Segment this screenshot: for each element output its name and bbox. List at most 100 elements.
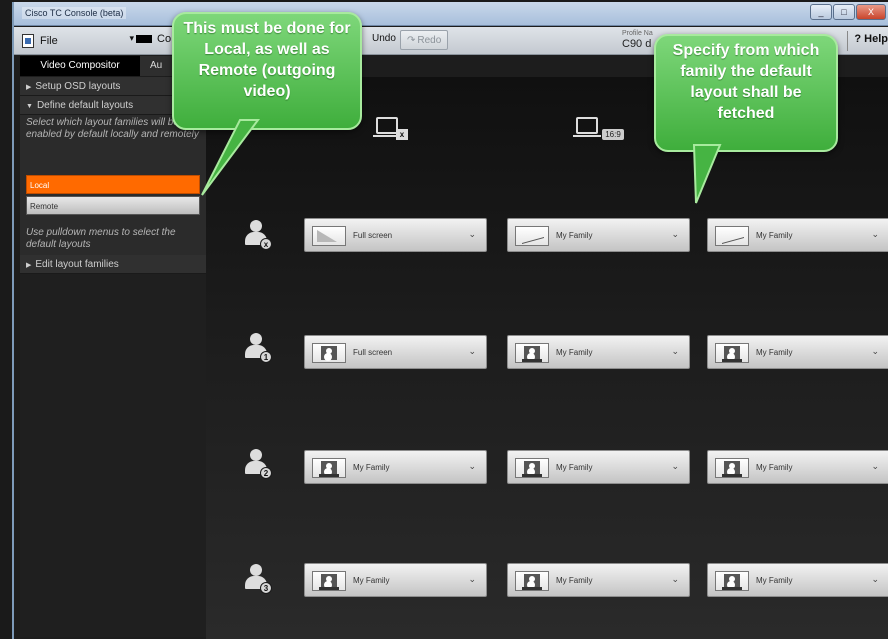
redo-icon: ↷ bbox=[407, 34, 416, 46]
layout-dropdown[interactable]: My Family ⌄ bbox=[507, 450, 690, 484]
fullscreen-thumb-icon bbox=[312, 226, 346, 246]
callout-local-remote: This must be done for Local, as well as … bbox=[172, 12, 362, 130]
pulldown-note: Use pulldown menus to select the default… bbox=[26, 227, 176, 250]
chevron-down-icon: ⌄ bbox=[671, 461, 679, 471]
minimize-button[interactable]: _ bbox=[810, 4, 832, 20]
person-thumb-icon bbox=[715, 343, 749, 363]
callout-tail-right bbox=[692, 144, 722, 204]
maximize-button[interactable]: □ bbox=[833, 4, 855, 20]
callout-tail-left bbox=[201, 119, 260, 196]
local-button[interactable]: Local bbox=[26, 175, 200, 194]
expand-arrow-icon: ▶ bbox=[26, 262, 32, 269]
help-button[interactable]: ? Help bbox=[854, 33, 888, 45]
layout-grid-area: x 16:9 x Full screen ⌄ My Family ⌄ My Fa… bbox=[206, 77, 888, 639]
participant-badge: x bbox=[260, 238, 272, 250]
layout-dropdown[interactable]: My Family ⌄ bbox=[507, 218, 690, 252]
chevron-down-icon: ⌄ bbox=[468, 229, 476, 239]
person-thumb-icon bbox=[715, 458, 749, 478]
column-header-monitor-x: x bbox=[373, 117, 408, 140]
tab-audio[interactable]: Au bbox=[140, 56, 173, 76]
monitor-icon bbox=[373, 117, 401, 137]
dropdown-label: My Family bbox=[756, 576, 793, 585]
chevron-down-icon: ⌄ bbox=[468, 346, 476, 356]
undo-button[interactable]: Undo bbox=[372, 33, 396, 44]
dropdown-label: Full screen bbox=[353, 231, 393, 240]
file-menu-label: File bbox=[40, 35, 58, 47]
chevron-down-icon: ⌄ bbox=[468, 574, 476, 584]
dropdown-label: My Family bbox=[556, 463, 593, 472]
layout-dropdown[interactable]: My Family ⌄ bbox=[507, 563, 690, 597]
monitor-badge-x: x bbox=[396, 129, 408, 140]
title-bar[interactable]: Cisco TC Console (beta) _ □ X bbox=[14, 2, 888, 26]
dropdown-label: My Family bbox=[556, 231, 593, 240]
dropdown-label: My Family bbox=[353, 576, 390, 585]
chevron-down-icon: ⌄ bbox=[468, 461, 476, 471]
remote-button[interactable]: Remote bbox=[26, 196, 200, 215]
dropdown-label: My Family bbox=[556, 348, 593, 357]
person-thumb-icon bbox=[515, 458, 549, 478]
sidebar-item-edit-families[interactable]: ▶ Edit layout families bbox=[20, 255, 206, 274]
chevron-down-icon: ⌄ bbox=[671, 229, 679, 239]
tab-video-compositor[interactable]: Video Compositor bbox=[20, 56, 140, 76]
dropdown-label: My Family bbox=[756, 463, 793, 472]
layout-dropdown[interactable]: My Family ⌄ bbox=[304, 563, 487, 597]
participant-icon-1: 1 bbox=[242, 333, 272, 365]
chevron-down-icon: ⌄ bbox=[671, 346, 679, 356]
participant-icon-x: x bbox=[242, 220, 272, 252]
chevron-down-icon: ⌄ bbox=[671, 574, 679, 584]
chevron-down-icon: ⌄ bbox=[871, 346, 879, 356]
participant-badge: 1 bbox=[260, 351, 272, 363]
participant-badge: 2 bbox=[260, 467, 272, 479]
person-thumb-icon bbox=[312, 343, 346, 363]
dropdown-label: My Family bbox=[756, 231, 793, 240]
layout-dropdown[interactable]: My Family ⌄ bbox=[707, 335, 888, 369]
monitor-chart-icon bbox=[573, 117, 601, 137]
participant-badge: 3 bbox=[260, 582, 272, 594]
window-title: Cisco TC Console (beta) bbox=[22, 7, 127, 19]
layout-dropdown[interactable]: My Family ⌄ bbox=[707, 563, 888, 597]
file-icon bbox=[22, 34, 34, 48]
window-controls: _ □ X bbox=[810, 4, 886, 20]
file-menu[interactable]: File ▾ bbox=[22, 32, 134, 50]
redo-button[interactable]: ↷ Redo bbox=[400, 30, 449, 50]
sidebar-item-label: Define default layouts bbox=[36, 100, 134, 111]
sidebar-item-label: Edit layout families bbox=[35, 259, 119, 270]
person-thumb-icon bbox=[312, 458, 346, 478]
chevron-down-icon: ⌄ bbox=[871, 229, 879, 239]
redo-label: Redo bbox=[417, 34, 442, 46]
layout-dropdown[interactable]: Full screen ⌄ bbox=[304, 218, 487, 252]
chart-thumb-icon bbox=[715, 226, 749, 246]
profile-value: C90 d bbox=[622, 38, 652, 50]
compositor-icon bbox=[136, 35, 152, 43]
person-thumb-icon bbox=[312, 571, 346, 591]
person-thumb-icon bbox=[515, 343, 549, 363]
collapse-arrow-icon: ▼ bbox=[26, 103, 33, 110]
person-thumb-icon bbox=[715, 571, 749, 591]
layout-dropdown[interactable]: Full screen ⌄ bbox=[304, 335, 487, 369]
participant-icon-2: 2 bbox=[242, 449, 272, 481]
layout-dropdown[interactable]: My Family ⌄ bbox=[707, 450, 888, 484]
participant-icon-3: 3 bbox=[242, 564, 272, 596]
sidebar: ▶ Setup OSD layouts ▼ Define default layou… bbox=[20, 77, 206, 637]
layout-dropdown[interactable]: My Family ⌄ bbox=[507, 335, 690, 369]
chevron-down-icon: ▾ bbox=[129, 33, 134, 43]
layout-dropdown[interactable]: My Family ⌄ bbox=[707, 218, 888, 252]
person-thumb-icon bbox=[515, 571, 549, 591]
chevron-down-icon: ⌄ bbox=[871, 461, 879, 471]
profile-info: Profile Na C90 d bbox=[622, 30, 653, 50]
profile-label: Profile Na bbox=[622, 30, 653, 37]
callout-family-source: Specify from which family the default la… bbox=[654, 34, 838, 152]
dropdown-label: My Family bbox=[756, 348, 793, 357]
monitor-badge-169: 16:9 bbox=[602, 129, 624, 140]
dropdown-label: Full screen bbox=[353, 348, 393, 357]
close-button[interactable]: X bbox=[856, 4, 886, 20]
toolbar-divider bbox=[847, 31, 848, 51]
expand-arrow-icon: ▶ bbox=[26, 84, 32, 91]
dropdown-label: My Family bbox=[556, 576, 593, 585]
chevron-down-icon: ⌄ bbox=[871, 574, 879, 584]
chart-thumb-icon bbox=[515, 226, 549, 246]
layout-dropdown[interactable]: My Family ⌄ bbox=[304, 450, 487, 484]
sidebar-item-label: Setup OSD layouts bbox=[35, 81, 121, 92]
compositor-menu[interactable]: Co bbox=[136, 33, 171, 45]
undo-label: Undo bbox=[372, 33, 396, 44]
